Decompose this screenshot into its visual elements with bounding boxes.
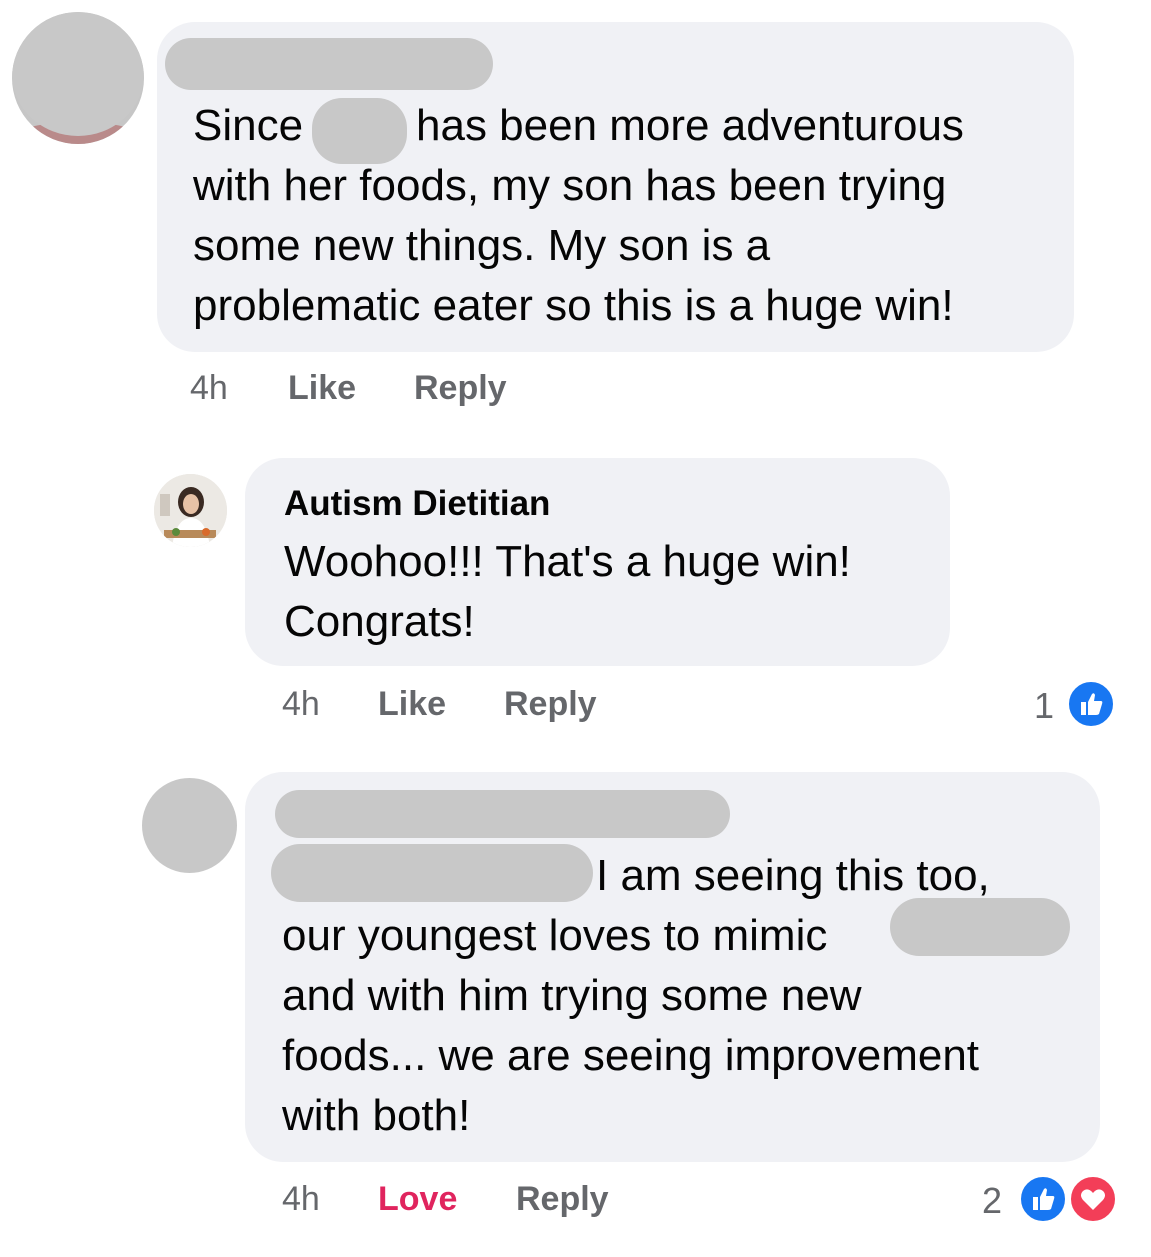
comment-1-like-button[interactable]: Like: [288, 369, 356, 408]
comment-1-line-2: with her foods, my son has been trying: [193, 161, 947, 210]
reply-1-reaction-count[interactable]: 1: [1034, 685, 1054, 727]
avatar-commenter-2[interactable]: [142, 778, 237, 873]
comment-1-line-1b: has been more adventurous: [416, 101, 964, 150]
redacted-name-inline: [312, 98, 407, 164]
reply-2-timestamp[interactable]: 4h: [282, 1180, 320, 1219]
comment-1-timestamp[interactable]: 4h: [190, 369, 228, 408]
reply-2-line-2: our youngest loves to mimic: [282, 911, 828, 960]
reply-2-line-4: foods... we are seeing improvement: [282, 1031, 980, 1080]
reply-2-line-3: and with him trying some new: [282, 971, 862, 1020]
comment-1-line-3: some new things. My son is a: [193, 221, 771, 270]
like-icon[interactable]: [1018, 1174, 1068, 1224]
redacted-mention: [271, 844, 593, 902]
redacted-name-inline-2: [890, 898, 1070, 956]
reply-2-line-1: I am seeing this too,: [596, 851, 990, 900]
love-icon[interactable]: [1068, 1174, 1118, 1224]
comment-1-line-4: problematic eater so this is a huge win!: [193, 281, 954, 330]
avatar-commenter-1[interactable]: [12, 12, 144, 144]
like-icon[interactable]: [1066, 679, 1116, 729]
redacted-author-name-2: [275, 790, 730, 838]
reply-1-like-button[interactable]: Like: [378, 685, 446, 724]
reply-1-line-1: Woohoo!!! That's a huge win!: [284, 537, 851, 586]
reply-1-author[interactable]: Autism Dietitian: [284, 484, 550, 524]
avatar-autism-dietitian[interactable]: [154, 474, 227, 547]
reply-1-timestamp[interactable]: 4h: [282, 685, 320, 724]
reply-1-line-2: Congrats!: [284, 597, 475, 646]
comment-1-line-1a: Since: [193, 101, 304, 150]
redacted-author-name: [165, 38, 493, 90]
reply-2-reaction-count[interactable]: 2: [982, 1180, 1002, 1222]
reply-2-line-5: with both!: [282, 1091, 471, 1140]
reply-2-reply-button[interactable]: Reply: [516, 1180, 609, 1219]
comment-1-reply-button[interactable]: Reply: [414, 369, 507, 408]
reply-1-reply-button[interactable]: Reply: [504, 685, 597, 724]
reply-2-love-button[interactable]: Love: [378, 1180, 457, 1219]
